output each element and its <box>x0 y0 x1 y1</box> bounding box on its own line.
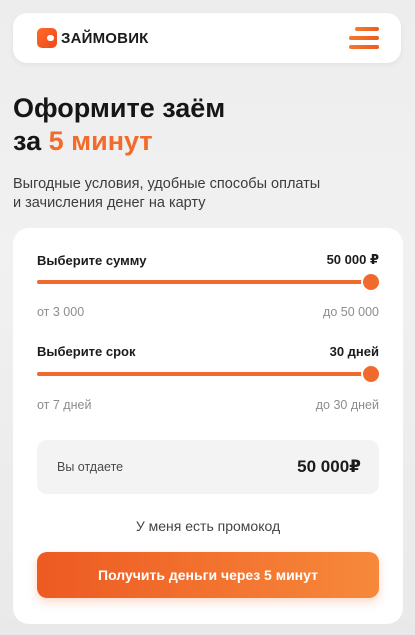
amount-slider-fill <box>37 280 371 284</box>
amount-label: Выберите сумму <box>37 252 147 268</box>
term-slider-handle[interactable] <box>363 366 379 382</box>
title-accent: 5 минут <box>48 126 153 156</box>
menu-line <box>349 36 379 40</box>
amount-range: от 3 000 до 50 000 <box>37 305 379 319</box>
hamburger-menu-icon[interactable] <box>349 27 379 49</box>
title-prefix: за <box>13 126 42 156</box>
get-money-button[interactable]: Получить деньги через 5 минут <box>37 552 379 598</box>
repayment-value: 50 000₽ <box>297 457 361 476</box>
logo[interactable]: ЗАЙМОВИК <box>37 28 149 48</box>
logo-text: ЗАЙМОВИК <box>61 29 149 47</box>
menu-line <box>349 45 379 49</box>
page-title: Оформите заём за 5 минут <box>13 92 225 158</box>
promo-code-link[interactable]: У меня есть промокод <box>13 518 403 534</box>
repayment-label: Вы отдаете <box>57 460 124 474</box>
page: ЗАЙМОВИК Оформите заём за 5 минут Выгодн… <box>0 0 415 635</box>
menu-line <box>355 27 379 31</box>
amount-slider-handle[interactable] <box>363 274 379 290</box>
amount-value: 50 000 ₽ <box>326 252 379 267</box>
page-subtitle: Выгодные условия, удобные способы оплаты… <box>13 175 393 213</box>
term-label: Выберите срок <box>37 344 136 359</box>
term-header: Выберите срок 30 дней <box>37 344 379 359</box>
term-slider-fill <box>37 372 371 376</box>
term-slider[interactable] <box>37 366 379 382</box>
amount-slider[interactable] <box>37 274 379 290</box>
subtitle-line2: и зачисления денег на карту <box>13 195 206 211</box>
amount-min-label: от 3 000 <box>37 305 85 319</box>
term-min-label: от 7 дней <box>37 398 92 412</box>
header-bar: ЗАЙМОВИК <box>13 13 401 63</box>
term-max-label: до 30 дней <box>315 398 379 412</box>
term-value: 30 дней <box>329 344 379 359</box>
repayment-summary: Вы отдаете 50 000₽ <box>37 440 379 494</box>
subtitle-line1: Выгодные условия, удобные способы оплаты <box>13 176 321 192</box>
amount-header: Выберите сумму 50 000 ₽ <box>37 252 379 268</box>
term-range: от 7 дней до 30 дней <box>37 398 379 412</box>
title-line1: Оформите заём <box>13 93 226 123</box>
logo-mark-icon <box>37 28 57 48</box>
amount-max-label: до 50 000 <box>323 305 379 319</box>
loan-calculator-card: Выберите сумму 50 000 ₽ от 3 000 до 50 0… <box>13 228 403 624</box>
